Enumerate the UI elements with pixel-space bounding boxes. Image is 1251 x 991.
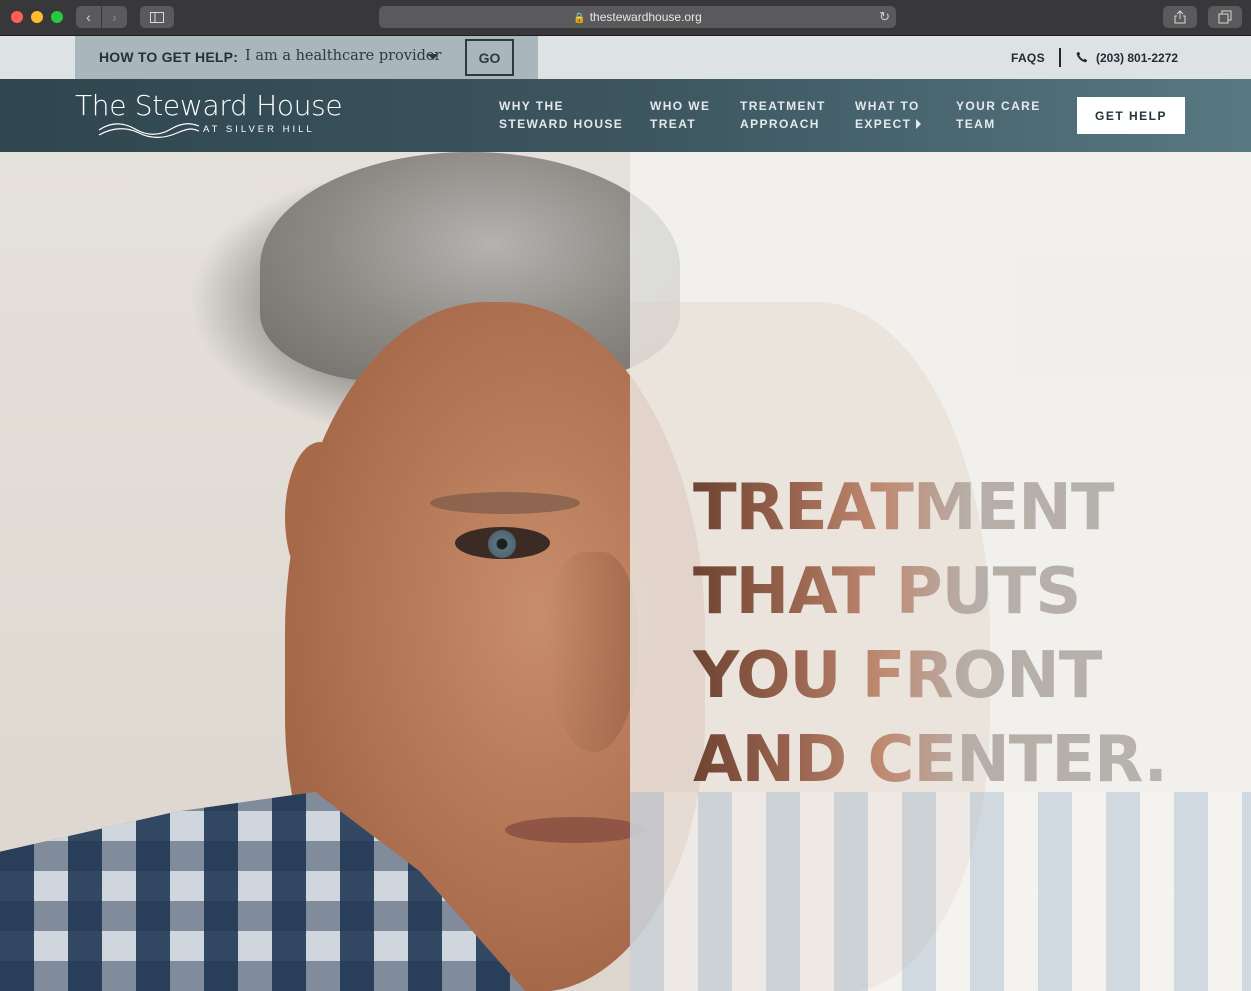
utility-bar: HOW TO GET HELP: I am a healthcare provi… — [0, 36, 1251, 79]
main-navigation: The Steward House AT SILVER HILL WHY THE… — [0, 79, 1251, 152]
tab-overview-button[interactable] — [1208, 6, 1242, 28]
go-button[interactable]: GO — [465, 39, 514, 76]
phone-icon — [1076, 51, 1088, 63]
sidebar-toggle-button[interactable] — [140, 6, 174, 28]
forward-button[interactable]: › — [102, 6, 127, 28]
nav-label-line1: TREATMENT — [740, 99, 826, 113]
hero-headline-line: YOU FRONT — [693, 639, 1102, 713]
tabs-icon — [1218, 10, 1232, 24]
hero-headline-line: AND CENTER. — [693, 723, 1167, 797]
logo-title: The Steward House — [75, 89, 343, 122]
reload-icon[interactable]: ↻ — [879, 6, 890, 28]
minimize-window-button[interactable] — [31, 11, 43, 23]
nav-label-line2: APPROACH — [740, 117, 820, 131]
sidebar-icon — [150, 12, 164, 23]
lock-icon: 🔒 — [573, 13, 586, 24]
hero-headline: TREATMENT THAT PUTS YOU FRONT AND CENTER… — [693, 466, 1167, 802]
chevron-left-icon: ‹ — [86, 9, 91, 25]
share-button[interactable] — [1163, 6, 1197, 28]
browser-toolbar: ‹ › 🔒 thestewardhouse.org ↻ — [0, 0, 1251, 36]
chevron-right-icon: › — [112, 9, 117, 25]
address-bar[interactable]: 🔒 thestewardhouse.org ↻ — [379, 6, 896, 28]
nav-your-care-team[interactable]: YOUR CARE TEAM — [956, 97, 1041, 133]
close-window-button[interactable] — [11, 11, 23, 23]
nav-treatment-approach[interactable]: TREATMENT APPROACH — [740, 97, 826, 133]
nav-who-we-treat[interactable]: WHO WE TREAT — [650, 97, 710, 133]
hero-photo-lips — [505, 817, 645, 843]
help-role-dropdown[interactable]: I am a healthcare provider — [245, 48, 441, 64]
hero-headline-line: THAT PUTS — [693, 555, 1081, 629]
hero-section: TREATMENT THAT PUTS YOU FRONT AND CENTER… — [0, 152, 1251, 991]
nav-label-line1: WHY THE — [499, 99, 564, 113]
nav-label-line2: TREAT — [650, 117, 697, 131]
nav-label-line2: STEWARD HOUSE — [499, 117, 624, 131]
back-button[interactable]: ‹ — [76, 6, 101, 28]
divider — [1059, 48, 1061, 67]
phone-link[interactable]: (203) 801-2272 — [1096, 51, 1178, 65]
waves-icon — [98, 123, 200, 139]
hero-photo-nose — [548, 552, 638, 752]
hero-headline-line: TREATMENT — [693, 471, 1114, 545]
nav-what-to-expect[interactable]: WHAT TO EXPECT — [855, 97, 922, 133]
url-text: thestewardhouse.org — [589, 10, 702, 24]
caret-right-icon — [916, 119, 922, 129]
share-icon — [1174, 10, 1186, 24]
hero-photo-brow — [430, 492, 580, 514]
get-help-selector: HOW TO GET HELP: I am a healthcare provi… — [75, 36, 538, 79]
nav-label-line1: WHAT TO — [855, 99, 920, 113]
help-label: HOW TO GET HELP: — [99, 49, 239, 65]
nav-label-line1: WHO WE — [650, 99, 711, 113]
nav-label-line2: EXPECT — [855, 117, 912, 131]
hero-overlay-shirt — [630, 792, 1251, 991]
nav-why-the-steward-house[interactable]: WHY THE STEWARD HOUSE — [499, 97, 623, 133]
caret-down-icon[interactable] — [428, 54, 438, 60]
nav-label-line2: TEAM — [956, 117, 996, 131]
logo-subtitle: AT SILVER HILL — [203, 124, 315, 135]
faqs-link[interactable]: FAQS — [1011, 51, 1045, 65]
nav-label-line1: YOUR CARE — [956, 99, 1041, 113]
get-help-button[interactable]: GET HELP — [1077, 97, 1185, 134]
zoom-window-button[interactable] — [51, 11, 63, 23]
hero-photo-iris — [488, 530, 516, 558]
